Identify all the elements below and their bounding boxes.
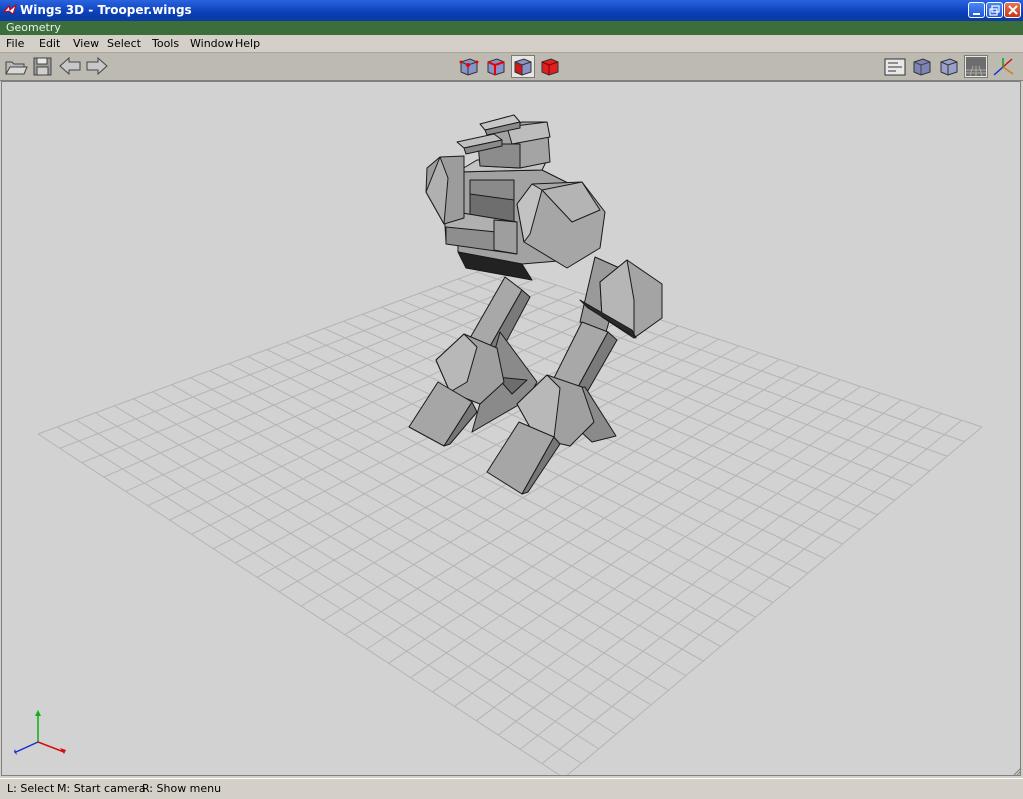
edge-select-mode[interactable] (484, 55, 508, 78)
redo-button[interactable] (85, 55, 109, 78)
menu-edit[interactable]: Edit (39, 37, 60, 50)
viewport-canvas[interactable] (2, 82, 1020, 775)
grid-line (432, 386, 861, 693)
toolbar (0, 53, 1023, 81)
face-select-mode[interactable] (511, 55, 535, 78)
grid-line (37, 433, 561, 775)
grid-line (497, 406, 922, 736)
undo-button[interactable] (58, 55, 82, 78)
save-icon (33, 57, 52, 76)
maximize-icon (989, 5, 1000, 16)
menu-help[interactable]: Help (235, 37, 260, 50)
resize-grip-icon[interactable] (1013, 767, 1022, 776)
groundplane-toggle[interactable] (883, 55, 907, 78)
vertex-select-icon (459, 58, 479, 76)
menu-view[interactable]: View (73, 37, 99, 50)
body-select-mode[interactable] (538, 55, 562, 78)
close-icon (1008, 5, 1018, 15)
mode-label: Geometry (6, 21, 61, 34)
perspective-toggle-icon (966, 57, 986, 77)
save-button[interactable] (31, 55, 55, 78)
minimize-button[interactable] (968, 2, 985, 18)
edge-select-icon (487, 58, 505, 76)
smooth-preview-icon (913, 58, 931, 76)
close-button[interactable] (1004, 2, 1021, 18)
axes-toggle[interactable] (991, 55, 1015, 78)
menu-file[interactable]: File (6, 37, 24, 50)
open-button[interactable] (4, 55, 28, 78)
menu-tools[interactable]: Tools (152, 37, 179, 50)
grid-line (541, 419, 963, 765)
wings3d-app-icon (3, 3, 17, 15)
minimize-icon (973, 13, 980, 15)
status-right-hint: R: Show menu (142, 782, 222, 795)
title-bar: Wings 3D - Trooper.wings (0, 0, 1023, 21)
axes-toggle-icon (993, 58, 1014, 76)
undo-arrow-icon (59, 56, 81, 76)
y-axis-arrow (35, 710, 41, 716)
trooper-model[interactable] (408, 114, 663, 495)
maximize-button[interactable] (986, 2, 1003, 18)
z-axis-line (15, 741, 39, 753)
window-title: Wings 3D - Trooper.wings (20, 3, 192, 17)
status-bar: L: Select M: Start camera R: Show menu (0, 778, 1023, 799)
geometry-mode-bar: Geometry (0, 21, 1023, 35)
vertex-select-mode[interactable] (457, 55, 481, 78)
menu-bar: File Edit View Select Tools Window Help (0, 35, 1023, 53)
menu-window[interactable]: Window (190, 37, 233, 50)
open-folder-icon (5, 61, 28, 75)
face-select-icon (514, 58, 532, 76)
smooth-preview-toggle[interactable] (910, 55, 934, 78)
menu-select[interactable]: Select (107, 37, 141, 50)
wireframe-icon (940, 58, 958, 76)
perspective-toggle[interactable] (964, 55, 988, 78)
axis-gizmo (14, 710, 66, 755)
status-middle-hint: M: Start camera (57, 782, 146, 795)
x-axis-line (37, 741, 65, 753)
status-left-hint: L: Select (7, 782, 55, 795)
wireframe-toggle[interactable] (937, 55, 961, 78)
3d-viewport[interactable] (1, 81, 1021, 776)
grid-line (519, 413, 942, 750)
body-select-icon (541, 58, 559, 76)
groundplane-toggle-icon (884, 58, 906, 76)
redo-arrow-icon (86, 56, 108, 76)
ground-grid (37, 264, 983, 775)
